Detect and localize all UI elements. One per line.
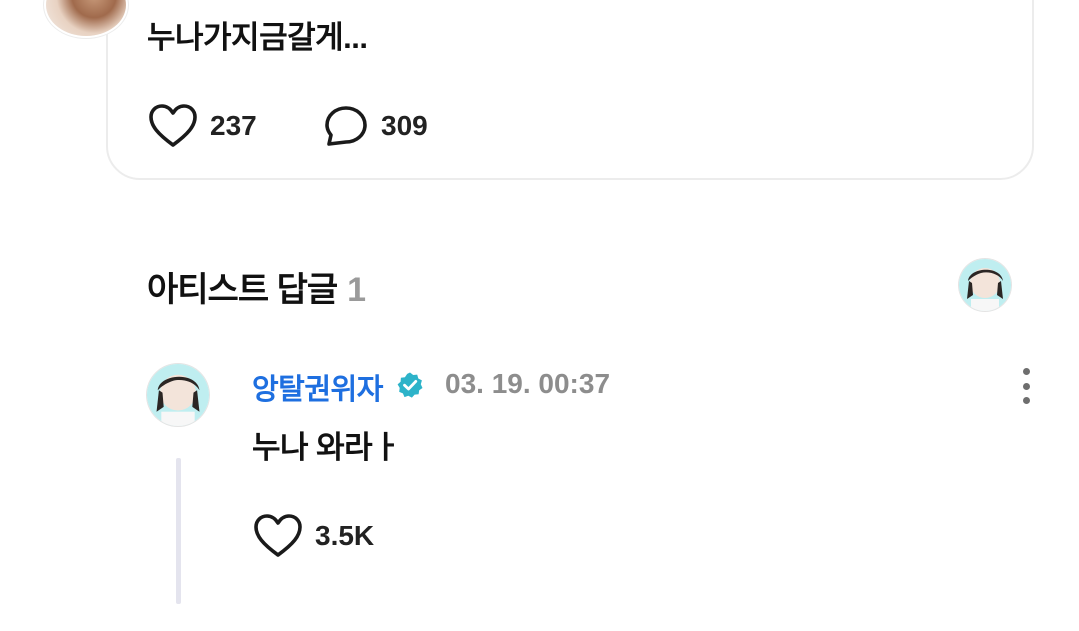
reply-author-avatar[interactable]	[147, 364, 209, 426]
artist-replies-title: 아티스트 답글	[147, 271, 338, 309]
thread-line	[176, 458, 181, 604]
artist-replies-count: 1	[347, 271, 366, 309]
reply-timestamp: 03. 19. 00:37	[445, 368, 611, 399]
artist-avatar-small[interactable]	[959, 259, 1011, 311]
reply-like-count: 3.5K	[315, 520, 375, 551]
heart-icon	[149, 104, 197, 147]
more-vertical-icon[interactable]	[1011, 366, 1041, 406]
artist-photo	[959, 259, 1011, 311]
verified-icon	[397, 372, 423, 398]
reply-like-button[interactable]: 3.5K	[253, 513, 374, 559]
comment-bubble-icon	[325, 106, 367, 146]
artist-photo	[147, 364, 209, 426]
post-like-button[interactable]: 237	[148, 103, 257, 149]
post-comment-count: 309	[381, 110, 428, 141]
reply-text: 누나 와라ㅏ	[252, 430, 401, 465]
reply-author-name[interactable]: 앙탈권위자	[252, 366, 383, 408]
heart-icon	[254, 514, 302, 557]
artist-replies-heading: 아티스트 답글 1	[147, 262, 366, 311]
post-like-count: 237	[210, 110, 257, 141]
post-comment-button[interactable]: 309	[323, 104, 428, 148]
post-text: 누나가지금갈게...	[147, 20, 368, 55]
